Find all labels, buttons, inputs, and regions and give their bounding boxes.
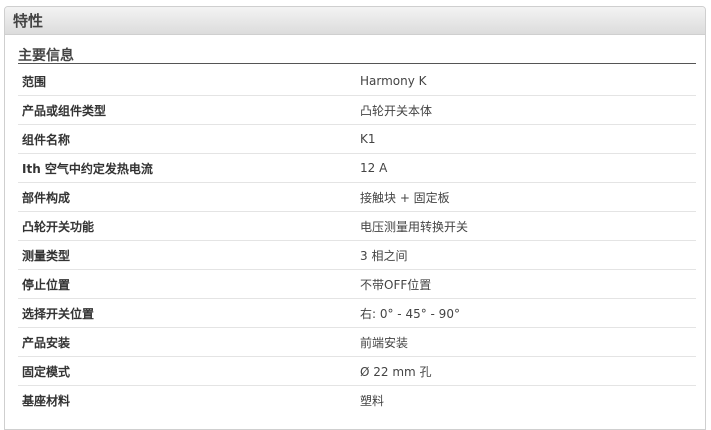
table-row: 基座材料 塑料 bbox=[18, 386, 696, 415]
table-row: 固定模式 Ø 22 mm 孔 bbox=[18, 357, 696, 386]
row-value: 3 相之间 bbox=[360, 248, 408, 263]
row-value: K1 bbox=[360, 132, 376, 146]
table-row: 测量类型 3 相之间 bbox=[18, 241, 696, 270]
row-value: 12 A bbox=[360, 161, 388, 175]
table-row: 凸轮开关功能 电压测量用转换开关 bbox=[18, 212, 696, 241]
row-label: 停止位置 bbox=[22, 277, 71, 292]
row-value: 凸轮开关本体 bbox=[360, 103, 433, 118]
row-value: 前端安装 bbox=[360, 335, 409, 350]
row-label: 基座材料 bbox=[22, 394, 71, 408]
row-value: 塑料 bbox=[360, 394, 385, 408]
row-label: 部件构成 bbox=[22, 190, 71, 205]
row-value: 接触块 + 固定板 bbox=[360, 190, 450, 205]
table-row: 产品或组件类型 凸轮开关本体 bbox=[18, 96, 696, 125]
table-row: 停止位置 不带OFF位置 bbox=[18, 270, 696, 299]
row-label: 产品或组件类型 bbox=[22, 103, 107, 118]
section-divider bbox=[18, 63, 696, 64]
table-row: Ith 空气中约定发热电流 12 A bbox=[18, 154, 696, 183]
characteristics-panel: 特性 主要信息 范围 Harmony K 产品或组件类型 凸轮开关本体 组件名称… bbox=[4, 6, 706, 430]
row-value: Ø 22 mm 孔 bbox=[360, 364, 432, 379]
row-label: 选择开关位置 bbox=[22, 306, 95, 321]
row-value: 右: 0° - 45° - 90° bbox=[360, 306, 460, 321]
spec-table: 范围 Harmony K 产品或组件类型 凸轮开关本体 组件名称 K1 Ith … bbox=[18, 67, 696, 415]
panel-header: 特性 bbox=[5, 7, 705, 35]
panel-title: 特性 bbox=[13, 12, 44, 30]
section-title: 主要信息 bbox=[18, 48, 74, 64]
row-value: 电压测量用转换开关 bbox=[360, 219, 469, 234]
row-value: Harmony K bbox=[360, 74, 427, 88]
row-label: 测量类型 bbox=[22, 248, 71, 263]
row-label: 固定模式 bbox=[22, 364, 71, 379]
table-row: 范围 Harmony K bbox=[18, 67, 696, 96]
table-row: 部件构成 接触块 + 固定板 bbox=[18, 183, 696, 212]
row-value: 不带OFF位置 bbox=[360, 277, 432, 292]
row-label: 组件名称 bbox=[22, 132, 71, 147]
row-label: 凸轮开关功能 bbox=[22, 219, 95, 234]
row-label: Ith 空气中约定发热电流 bbox=[22, 161, 153, 176]
table-row: 选择开关位置 右: 0° - 45° - 90° bbox=[18, 299, 696, 328]
table-row: 组件名称 K1 bbox=[18, 125, 696, 154]
row-label: 范围 bbox=[22, 74, 47, 89]
row-label: 产品安装 bbox=[22, 335, 71, 350]
table-row: 产品安装 前端安装 bbox=[18, 328, 696, 357]
